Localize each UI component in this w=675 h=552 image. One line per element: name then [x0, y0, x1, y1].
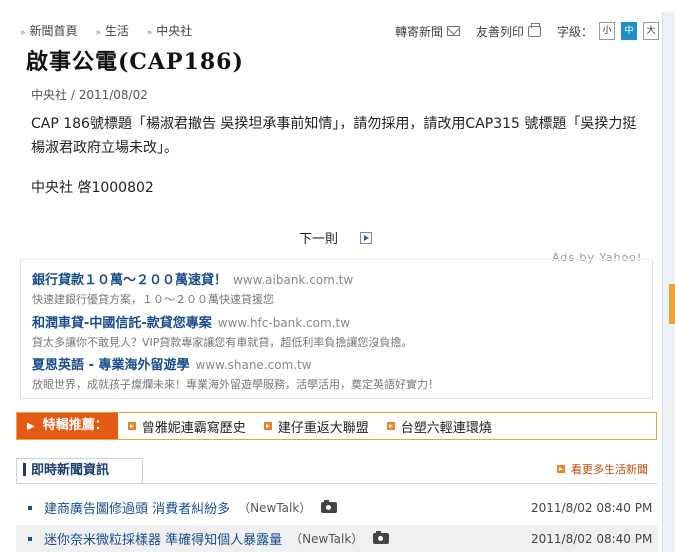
printer-icon[interactable]: [528, 22, 542, 37]
ad-description: 貸太多讓你不敢見人？VIP貸款專家讓您有車就貸，超低利率負擔讓您沒負擔。: [32, 336, 413, 349]
font-size-large-button[interactable]: 大: [643, 22, 660, 40]
news-time: 2011/8/02 08:40 PM: [531, 531, 653, 546]
article-title: 啟事公電(CAP186): [26, 49, 244, 75]
news-divider: [16, 483, 657, 484]
ad-url[interactable]: www.hfc-bank.com.tw: [218, 316, 350, 330]
ad-title[interactable]: 夏恩英語 - 專業海外留遊學: [32, 358, 189, 373]
article-signature: 中央社 啓1000802: [31, 180, 154, 196]
ad-title[interactable]: 和潤車貸-中國信託-款貸您專案: [32, 316, 212, 331]
camera-icon: [321, 500, 338, 513]
news-list-item[interactable]: 迷你奈米微粒採樣器 準確得知個人暴露量 （NewTalk） 2011/8/02 …: [16, 525, 657, 552]
article-tools: 轉寄新聞 友善列印 字級： 小 中 大: [395, 22, 665, 40]
news-list-item[interactable]: 建商廣告圖修過頭 消費者糾紛多 （NewTalk） 2011/8/02 08:4…: [16, 494, 657, 521]
breadcrumb: » 新聞首頁 » 生活 » 中央社: [20, 22, 206, 39]
article-source: 中央社: [31, 88, 68, 102]
ad-item[interactable]: 夏恩英語 - 專業海外留遊學 www.shane.com.tw 放眼世界，成就孩子…: [32, 354, 439, 392]
featured-link-text[interactable]: 台塑六輕連環燒: [401, 417, 492, 436]
news-headline[interactable]: 迷你奈米微粒採樣器 準確得知個人暴露量: [44, 529, 282, 548]
article-meta: 中央社 / 2011/08/02: [31, 88, 148, 102]
bullet-icon: [28, 505, 32, 510]
camera-icon: [373, 531, 390, 544]
arrow-square-icon: [557, 465, 565, 473]
ad-title[interactable]: 銀行貸款１０萬～２００萬速貸！: [32, 273, 227, 288]
featured-link[interactable]: 台塑六輕連環燒: [386, 417, 492, 436]
breadcrumb-home[interactable]: 新聞首頁: [30, 24, 78, 38]
featured-link-text[interactable]: 建仔重返大聯盟: [278, 417, 369, 436]
news-source: （NewTalk）: [290, 532, 364, 546]
featured-link[interactable]: 曾雅妮連霸寫歷史: [127, 417, 246, 436]
featured-link-text[interactable]: 曾雅妮連霸寫歷史: [142, 417, 246, 436]
forward-news-link[interactable]: 轉寄新聞: [395, 23, 443, 40]
tab-label[interactable]: 即時新聞資訊: [31, 463, 109, 478]
breadcrumb-cna[interactable]: 中央社: [156, 24, 192, 38]
breadcrumb-life[interactable]: 生活: [105, 24, 129, 38]
side-tab[interactable]: [669, 284, 675, 324]
mail-icon[interactable]: [447, 26, 461, 36]
featured-link[interactable]: 建仔重返大聯盟: [263, 417, 369, 436]
bullet-icon: [28, 536, 32, 541]
font-size-medium-button[interactable]: 中: [621, 22, 638, 40]
arrow-square-icon: [386, 422, 395, 430]
font-size-label: 字級：: [557, 24, 594, 39]
play-arrow-icon[interactable]: [360, 231, 373, 244]
ad-description: 放眼世界，成就孩子燦爛未來！專業海外留遊學服務，活學活用，奠定英語好實力！: [32, 378, 439, 391]
article-body: CAP 186號標題「楊淑君撤告 吳揆坦承事前知情」，請勿採用，請改用CAP31…: [31, 116, 637, 156]
arrow-square-icon: [263, 422, 272, 430]
ad-description: 快速建銀行優貸方案，１０～２００萬快速貸援您: [32, 293, 274, 306]
tab-bar-icon: [23, 463, 26, 476]
article-date: 2011/08/02: [78, 88, 148, 102]
ad-item[interactable]: 銀行貸款１０萬～２００萬速貸！ www.aibank.com.tw 快速建銀行優貸…: [32, 269, 353, 307]
news-source: （NewTalk）: [238, 501, 312, 515]
print-link[interactable]: 友善列印: [476, 23, 524, 40]
right-side-strip: [662, 12, 675, 552]
font-size-small-button[interactable]: 小: [599, 22, 616, 40]
triangle-icon: ▶: [27, 421, 35, 432]
breadcrumb-arrow-icon: »: [20, 28, 26, 38]
ads-box: 銀行貸款１０萬～２００萬速貸！ www.aibank.com.tw 快速建銀行優貸…: [20, 259, 653, 399]
ad-url[interactable]: www.aibank.com.tw: [233, 273, 353, 287]
more-news-link[interactable]: 看更多生活新聞: [557, 461, 648, 477]
more-news-label[interactable]: 看更多生活新聞: [571, 461, 648, 477]
breadcrumb-arrow-icon: »: [146, 28, 153, 38]
featured-label: ▶ 特輯推薦：: [17, 413, 118, 439]
news-headline[interactable]: 建商廣告圖修過頭 消費者糾紛多: [44, 498, 230, 517]
next-article-label[interactable]: 下一則: [299, 228, 338, 247]
ad-item[interactable]: 和潤車貸-中國信託-款貸您專案 www.hfc-bank.com.tw 貸太多讓你…: [32, 312, 412, 350]
tab-realtime-news[interactable]: 即時新聞資訊: [16, 458, 143, 484]
arrow-square-icon: [127, 422, 136, 430]
news-time: 2011/8/02 08:40 PM: [531, 500, 653, 515]
breadcrumb-arrow-icon: »: [95, 28, 101, 38]
ad-url[interactable]: www.shane.com.tw: [195, 358, 311, 372]
featured-label-text: 特輯推薦：: [42, 418, 108, 433]
next-article-link[interactable]: 下一則: [299, 228, 373, 247]
featured-topics-bar: ▶ 特輯推薦： 曾雅妮連霸寫歷史 建仔重返大聯盟 台塑六輕連環燒: [16, 412, 657, 440]
